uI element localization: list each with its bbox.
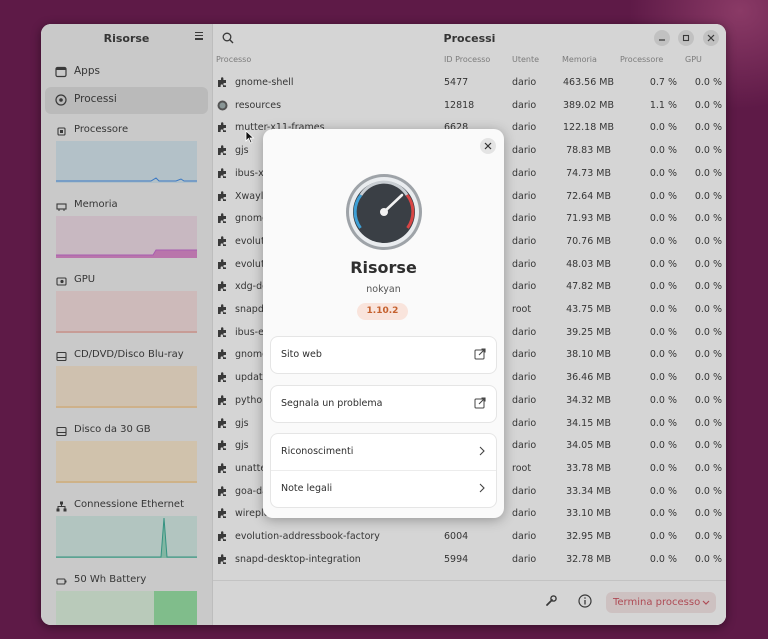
external-link-icon <box>474 397 486 409</box>
chevron-right-icon <box>479 446 485 456</box>
about-details-card: Riconoscimenti Note legali <box>271 434 496 507</box>
about-version-badge[interactable]: 1.10.2 <box>357 303 408 320</box>
credits-row[interactable]: Riconoscimenti <box>271 434 496 470</box>
report-issue-label: Segnala un problema <box>281 398 383 409</box>
website-link[interactable]: Sito web <box>271 337 496 373</box>
report-issue-link[interactable]: Segnala un problema <box>271 386 496 422</box>
legal-label: Note legali <box>281 483 333 494</box>
website-link-label: Sito web <box>281 349 322 360</box>
about-app-name: Risorse <box>350 258 417 277</box>
report-issue-card: Segnala un problema <box>271 386 496 422</box>
website-link-card: Sito web <box>271 337 496 373</box>
legal-row[interactable]: Note legali <box>271 471 496 507</box>
credits-label: Riconoscimenti <box>281 446 354 457</box>
external-link-icon <box>474 348 486 360</box>
about-dialog: Risorse nokyan 1.10.2 Sito web Segnala u… <box>263 129 504 518</box>
about-developer: nokyan <box>366 284 401 295</box>
mouse-pointer-icon <box>245 130 255 144</box>
chevron-right-icon <box>479 483 485 493</box>
app-logo-gauge-icon <box>346 174 422 250</box>
close-icon <box>484 142 492 150</box>
dialog-close-button[interactable] <box>480 138 496 154</box>
